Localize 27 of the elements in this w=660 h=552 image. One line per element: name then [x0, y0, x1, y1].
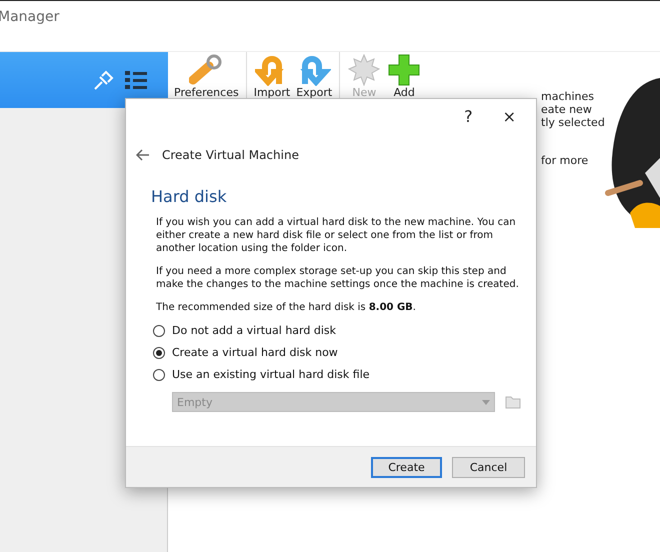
back-icon[interactable] [136, 149, 150, 161]
tools-panel[interactable] [0, 52, 168, 108]
radio-option[interactable]: Create a virtual hard disk now [153, 346, 536, 359]
wrench-icon [189, 54, 224, 86]
plus-icon [387, 54, 422, 86]
description-text: If you need a more complex storage set-up you can skip this step and make the changes to the machine settings once the machine is created. [156, 265, 520, 291]
welcome-text: for more [541, 154, 590, 167]
radio-option[interactable]: Do not add a virtual hard disk [153, 324, 536, 337]
help-button[interactable]: ? [460, 106, 477, 126]
list-icon[interactable] [124, 68, 148, 92]
close-button[interactable]: × [498, 106, 520, 126]
starburst-icon [347, 54, 382, 86]
description-text: The recommended size of the hard disk is 8.00 GB. [156, 301, 417, 314]
wizard-title: Create Virtual Machine [162, 148, 299, 162]
page-heading: Hard disk [151, 187, 228, 206]
toolbar-button[interactable]: Import [252, 52, 292, 98]
welcome-text: machines [541, 90, 596, 103]
description-text: If you wish you can add a virtual hard disk to the new machine. You can either create a new hard disk file or select one from the list or from another location using the folder icon. [156, 216, 517, 255]
dialog-button[interactable]: Create [371, 456, 442, 478]
toolbar-button[interactable]: Preferences [172, 52, 241, 98]
pin-icon[interactable] [92, 68, 116, 92]
radio-option[interactable]: Use an existing virtual hard disk file [153, 368, 536, 381]
toolbar-button[interactable]: Export [294, 52, 334, 98]
welcome-text: eate new [541, 103, 593, 116]
toolbar-button[interactable]: Add [385, 52, 424, 98]
welcome-text: tly selected [541, 116, 605, 129]
dialog-button[interactable]: Cancel [452, 456, 525, 478]
